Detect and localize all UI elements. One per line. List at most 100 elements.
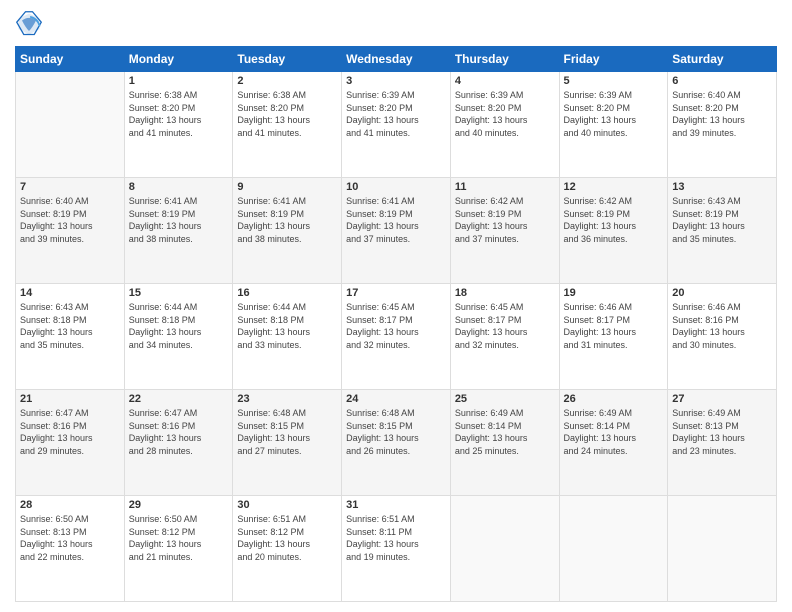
day-number: 5 <box>564 75 664 87</box>
day-info: Sunrise: 6:41 AMSunset: 8:19 PMDaylight:… <box>129 195 229 245</box>
day-number: 7 <box>20 181 120 193</box>
day-cell: 28Sunrise: 6:50 AMSunset: 8:13 PMDayligh… <box>16 496 125 602</box>
day-cell: 27 Sunrise: 6:49 AMSunset: 8:13 PMDayligh… <box>668 390 777 496</box>
day-cell: 18Sunrise: 6:45 AMSunset: 8:17 PMDayligh… <box>450 284 559 390</box>
day-number: 13 <box>672 181 772 193</box>
day-number: 25 <box>455 393 555 405</box>
day-number: 31 <box>346 499 446 511</box>
day-info: Sunrise: 6:42 AMSunset: 8:19 PMDaylight:… <box>564 195 664 245</box>
day-number: 10 <box>346 181 446 193</box>
day-info: Sunrise: 6:38 AMSunset: 8:20 PMDaylight:… <box>237 89 337 139</box>
calendar-header-row: SundayMondayTuesdayWednesdayThursdayFrid… <box>16 47 777 72</box>
day-number: 24 <box>346 393 446 405</box>
calendar-body: 1 Sunrise: 6:38 AMSunset: 8:20 PMDaylight… <box>16 72 777 602</box>
day-cell: 1 Sunrise: 6:38 AMSunset: 8:20 PMDaylight… <box>124 72 233 178</box>
week-row-5: 28Sunrise: 6:50 AMSunset: 8:13 PMDayligh… <box>16 496 777 602</box>
page: SundayMondayTuesdayWednesdayThursdayFrid… <box>0 0 792 612</box>
day-info: Sunrise: 6:51 AMSunset: 8:11 PMDaylight:… <box>346 513 446 563</box>
header-cell-thursday: Thursday <box>450 47 559 72</box>
day-cell <box>668 496 777 602</box>
day-cell: 30 Sunrise: 6:51 AMSunset: 8:12 PMDayligh… <box>233 496 342 602</box>
header-cell-saturday: Saturday <box>668 47 777 72</box>
day-cell: 2 Sunrise: 6:38 AMSunset: 8:20 PMDaylight… <box>233 72 342 178</box>
day-info: Sunrise: 6:48 AMSunset: 8:15 PMDaylight:… <box>346 407 446 457</box>
day-number: 3 <box>346 75 446 87</box>
day-number: 20 <box>672 287 772 299</box>
day-number: 21 <box>20 393 120 405</box>
day-number: 23 <box>237 393 337 405</box>
day-cell: 5 Sunrise: 6:39 AMSunset: 8:20 PMDaylight… <box>559 72 668 178</box>
day-cell: 10Sunrise: 6:41 AMSunset: 8:19 PMDayligh… <box>342 178 451 284</box>
day-cell: 21 Sunrise: 6:47 AMSunset: 8:16 PMDayligh… <box>16 390 125 496</box>
day-cell: 31 Sunrise: 6:51 AMSunset: 8:11 PMDayligh… <box>342 496 451 602</box>
day-cell: 3 Sunrise: 6:39 AMSunset: 8:20 PMDaylight… <box>342 72 451 178</box>
day-cell: 13 Sunrise: 6:43 AMSunset: 8:19 PMDayligh… <box>668 178 777 284</box>
day-number: 17 <box>346 287 446 299</box>
day-cell: 12 Sunrise: 6:42 AMSunset: 8:19 PMDayligh… <box>559 178 668 284</box>
day-cell: 8 Sunrise: 6:41 AMSunset: 8:19 PMDaylight… <box>124 178 233 284</box>
calendar-table: SundayMondayTuesdayWednesdayThursdayFrid… <box>15 46 777 602</box>
day-number: 27 <box>672 393 772 405</box>
day-cell: 15 Sunrise: 6:44 AMSunset: 8:18 PMDayligh… <box>124 284 233 390</box>
day-number: 30 <box>237 499 337 511</box>
day-info: Sunrise: 6:39 AMSunset: 8:20 PMDaylight:… <box>455 89 555 139</box>
day-info: Sunrise: 6:39 AMSunset: 8:20 PMDaylight:… <box>564 89 664 139</box>
header-cell-sunday: Sunday <box>16 47 125 72</box>
day-info: Sunrise: 6:47 AMSunset: 8:16 PMDaylight:… <box>20 407 120 457</box>
day-info: Sunrise: 6:38 AMSunset: 8:20 PMDaylight:… <box>129 89 229 139</box>
day-cell: 16Sunrise: 6:44 AMSunset: 8:18 PMDayligh… <box>233 284 342 390</box>
day-cell <box>450 496 559 602</box>
logo <box>15 10 47 38</box>
day-info: Sunrise: 6:43 AMSunset: 8:19 PMDaylight:… <box>672 195 772 245</box>
week-row-1: 1 Sunrise: 6:38 AMSunset: 8:20 PMDaylight… <box>16 72 777 178</box>
header-cell-wednesday: Wednesday <box>342 47 451 72</box>
day-cell: 17 Sunrise: 6:45 AMSunset: 8:17 PMDayligh… <box>342 284 451 390</box>
day-number: 6 <box>672 75 772 87</box>
day-cell: 19 Sunrise: 6:46 AMSunset: 8:17 PMDayligh… <box>559 284 668 390</box>
day-cell: 14Sunrise: 6:43 AMSunset: 8:18 PMDayligh… <box>16 284 125 390</box>
day-cell: 6Sunrise: 6:40 AMSunset: 8:20 PMDaylight… <box>668 72 777 178</box>
day-cell: 11Sunrise: 6:42 AMSunset: 8:19 PMDayligh… <box>450 178 559 284</box>
day-info: Sunrise: 6:50 AMSunset: 8:13 PMDaylight:… <box>20 513 120 563</box>
day-info: Sunrise: 6:50 AMSunset: 8:12 PMDaylight:… <box>129 513 229 563</box>
day-number: 26 <box>564 393 664 405</box>
day-number: 12 <box>564 181 664 193</box>
day-info: Sunrise: 6:45 AMSunset: 8:17 PMDaylight:… <box>346 301 446 351</box>
day-number: 1 <box>129 75 229 87</box>
day-info: Sunrise: 6:39 AMSunset: 8:20 PMDaylight:… <box>346 89 446 139</box>
header-cell-friday: Friday <box>559 47 668 72</box>
day-info: Sunrise: 6:51 AMSunset: 8:12 PMDaylight:… <box>237 513 337 563</box>
day-cell: 29Sunrise: 6:50 AMSunset: 8:12 PMDayligh… <box>124 496 233 602</box>
day-cell: 20 Sunrise: 6:46 AMSunset: 8:16 PMDayligh… <box>668 284 777 390</box>
day-info: Sunrise: 6:49 AMSunset: 8:13 PMDaylight:… <box>672 407 772 457</box>
day-cell: 25Sunrise: 6:49 AMSunset: 8:14 PMDayligh… <box>450 390 559 496</box>
day-info: Sunrise: 6:45 AMSunset: 8:17 PMDaylight:… <box>455 301 555 351</box>
day-info: Sunrise: 6:44 AMSunset: 8:18 PMDaylight:… <box>237 301 337 351</box>
day-info: Sunrise: 6:41 AMSunset: 8:19 PMDaylight:… <box>237 195 337 245</box>
day-info: Sunrise: 6:48 AMSunset: 8:15 PMDaylight:… <box>237 407 337 457</box>
day-cell: 9 Sunrise: 6:41 AMSunset: 8:19 PMDaylight… <box>233 178 342 284</box>
day-cell: 22 Sunrise: 6:47 AMSunset: 8:16 PMDayligh… <box>124 390 233 496</box>
day-info: Sunrise: 6:44 AMSunset: 8:18 PMDaylight:… <box>129 301 229 351</box>
week-row-2: 7Sunrise: 6:40 AMSunset: 8:19 PMDaylight… <box>16 178 777 284</box>
day-cell <box>16 72 125 178</box>
day-info: Sunrise: 6:47 AMSunset: 8:16 PMDaylight:… <box>129 407 229 457</box>
day-cell: 24 Sunrise: 6:48 AMSunset: 8:15 PMDayligh… <box>342 390 451 496</box>
day-number: 9 <box>237 181 337 193</box>
week-row-3: 14Sunrise: 6:43 AMSunset: 8:18 PMDayligh… <box>16 284 777 390</box>
header-cell-monday: Monday <box>124 47 233 72</box>
header <box>15 10 777 38</box>
day-number: 19 <box>564 287 664 299</box>
day-info: Sunrise: 6:49 AMSunset: 8:14 PMDaylight:… <box>564 407 664 457</box>
day-cell: 23 Sunrise: 6:48 AMSunset: 8:15 PMDayligh… <box>233 390 342 496</box>
day-cell: 4 Sunrise: 6:39 AMSunset: 8:20 PMDaylight… <box>450 72 559 178</box>
day-number: 22 <box>129 393 229 405</box>
header-cell-tuesday: Tuesday <box>233 47 342 72</box>
day-cell: 7Sunrise: 6:40 AMSunset: 8:19 PMDaylight… <box>16 178 125 284</box>
day-number: 4 <box>455 75 555 87</box>
day-number: 15 <box>129 287 229 299</box>
day-number: 8 <box>129 181 229 193</box>
day-number: 2 <box>237 75 337 87</box>
day-info: Sunrise: 6:46 AMSunset: 8:17 PMDaylight:… <box>564 301 664 351</box>
day-info: Sunrise: 6:46 AMSunset: 8:16 PMDaylight:… <box>672 301 772 351</box>
